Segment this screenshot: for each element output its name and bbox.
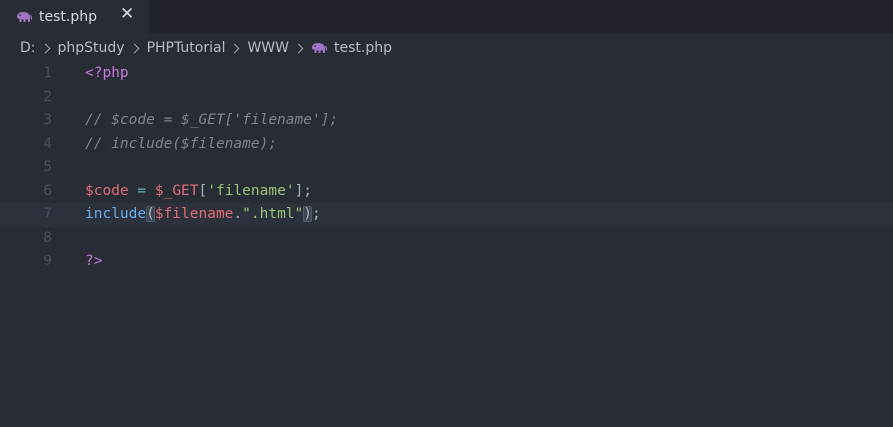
breadcrumb-file-label: test.php (334, 40, 392, 56)
line-number: 3 (43, 112, 52, 128)
line-number: 2 (43, 88, 52, 105)
code-editor[interactable]: 1 <?php 2 3 // $code = $_GET['filename']; 4 //… (0, 62, 893, 427)
code-text[interactable]: ?> (85, 250, 102, 274)
code-line[interactable]: 6 $code = $_GET['filename']; (0, 180, 893, 204)
line-number: 4 (43, 135, 52, 152)
chevron-right-icon (40, 43, 50, 53)
breadcrumb-item-www[interactable]: WWW (247, 40, 289, 56)
code-token-pl: . (233, 206, 243, 222)
breadcrumb: D: phpStudy PHPTutorial WWW test.php (0, 34, 893, 62)
line-number: 8 (43, 229, 52, 246)
code-line[interactable]: 7 include($filename.".html"); (0, 203, 893, 227)
code-text[interactable]: include($filename.".html"); (85, 203, 321, 227)
tab-label: test.php (39, 9, 97, 25)
code-token-fn: include (85, 206, 147, 222)
code-line[interactable]: 2 (0, 86, 893, 110)
code-text[interactable]: $code = $_GET['filename']; (85, 180, 312, 204)
code-token-br: [ (198, 182, 208, 199)
code-token-str: 'filename' (207, 182, 295, 199)
breadcrumb-item-phptutorial[interactable]: PHPTutorial (147, 40, 226, 56)
code-line[interactable]: 3 // $code = $_GET['filename']; (0, 109, 893, 133)
chevron-right-icon (129, 43, 140, 53)
line-number: 7 (43, 206, 52, 222)
breadcrumb-item-phpstudy[interactable]: phpStudy (58, 40, 125, 56)
code-token-op: = (137, 182, 147, 199)
code-token-kw: <?php (85, 65, 129, 81)
line-number: 5 (43, 159, 52, 175)
close-icon[interactable]: ✕ (120, 4, 134, 24)
breadcrumb-item-file[interactable]: test.php (311, 40, 392, 56)
code-line[interactable]: 1 <?php (0, 62, 893, 86)
code-line[interactable]: 9 ?> (0, 250, 893, 274)
code-line[interactable]: 5 (0, 156, 893, 180)
code-token-kw: ?> (85, 253, 103, 269)
chevron-right-icon (230, 43, 240, 53)
code-text[interactable]: // include($filename); (85, 133, 277, 157)
code-token-pl: ; (312, 206, 321, 222)
php-elephant-icon (312, 43, 327, 53)
code-token-brm: ) (303, 206, 312, 222)
code-text[interactable]: <?php (85, 62, 129, 86)
code-token-var: $code (85, 182, 129, 199)
code-token-brm: ( (146, 206, 155, 222)
code-token-var: $_GET (154, 182, 199, 199)
tab-test-php[interactable]: test.php ✕ (0, 0, 149, 34)
code-token-pl: ]; (294, 182, 313, 199)
breadcrumb-item-drive[interactable]: D: (20, 40, 36, 56)
line-number: 1 (43, 65, 52, 81)
code-line[interactable]: 8 (0, 227, 893, 251)
code-token-str: ".html" (242, 206, 304, 222)
line-number: 6 (43, 182, 52, 199)
chevron-right-icon (293, 43, 304, 53)
php-elephant-icon (17, 12, 32, 22)
code-token-cm: // include($filename); (85, 135, 278, 152)
code-token-var: $filename (154, 206, 234, 222)
code-line[interactable]: 4 // include($filename); (0, 133, 893, 157)
code-token-cm: // $code = $_GET['filename']; (85, 112, 339, 128)
line-number: 9 (43, 253, 52, 269)
tab-bar: test.php ✕ (0, 0, 893, 34)
code-text[interactable]: // $code = $_GET['filename']; (85, 109, 338, 133)
